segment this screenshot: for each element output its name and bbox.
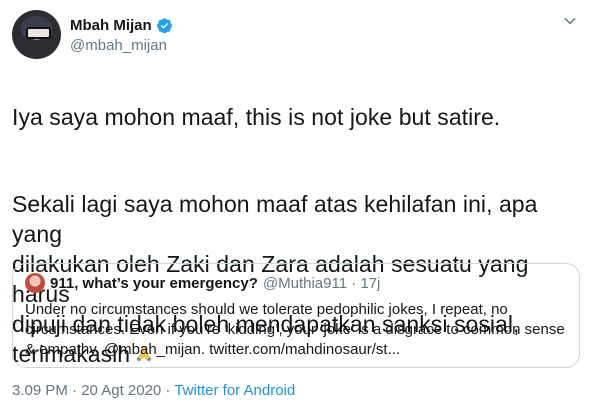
quoted-tweet-header: 911, what’s your emergency? @Muthia911 ·… [25, 273, 567, 293]
quoted-author-avatar [25, 273, 45, 293]
author-display-name[interactable]: Mbah Mijan [70, 17, 152, 34]
verified-badge-icon [156, 17, 172, 33]
quoted-tweet-text: Under no circumstances should we tolerat… [25, 301, 565, 358]
display-name-row: Mbah Mijan [70, 15, 173, 35]
author-avatar[interactable] [12, 10, 61, 59]
quoted-tweet[interactable]: 911, what’s your emergency? @Muthia911 ·… [12, 263, 580, 368]
tweet-source-link[interactable]: Twitter for Android [174, 382, 295, 399]
chevron-down-icon[interactable] [563, 14, 577, 28]
quoted-author-display-name: 911, what’s your emergency? [50, 274, 258, 292]
author-names: Mbah Mijan @mbah_mijan [70, 15, 173, 54]
tweet-timestamp[interactable]: 3.09 PM · 20 Agt 2020 · [12, 382, 174, 399]
quoted-author-meta: @Muthia911 · 17j [262, 274, 381, 292]
tweet-footer: 3.09 PM · 20 Agt 2020 · Twitter for Andr… [12, 382, 295, 399]
author-handle[interactable]: @mbah_mijan [70, 37, 173, 54]
tweet-header: Mbah Mijan @mbah_mijan [12, 10, 579, 60]
tweet-paragraph-1: Iya saya mohon maaf, this is not joke bu… [12, 104, 501, 130]
